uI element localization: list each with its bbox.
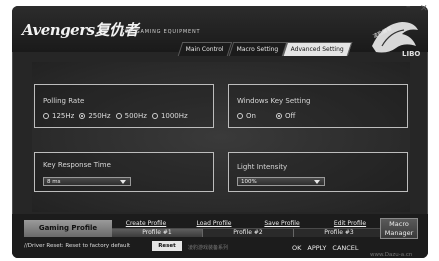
polling-rate-panel: Polling Rate 125Hz 250Hz 500Hz 1000Hz <box>34 84 214 128</box>
tab-advanced-setting[interactable]: Advanced Setting <box>283 42 353 56</box>
series-caption: 凌豹游戏装备系列 <box>188 245 229 251</box>
ok-button[interactable]: OK <box>292 244 301 252</box>
gaming-profile-label: Gaming Profile <box>24 220 112 237</box>
windows-key-options: On Off <box>237 112 295 120</box>
reset-note: //Driver Reset: Reset to factory default <box>24 243 131 249</box>
key-response-select[interactable]: 8 ms <box>43 177 131 186</box>
radio-icon <box>151 113 158 119</box>
radio-icon <box>237 113 243 119</box>
light-intensity-select[interactable]: 100% <box>237 177 325 186</box>
winkey-option-off[interactable]: Off <box>275 112 295 120</box>
profile-tab-1[interactable]: Profile #1 <box>112 229 202 237</box>
minimize-icon[interactable]: – <box>406 2 411 12</box>
tab-main-control[interactable]: Main Control <box>177 42 233 56</box>
apply-button[interactable]: APPLY <box>307 244 326 252</box>
emblem-text: LIBOTS <box>402 50 420 58</box>
polling-rate-title: Polling Rate <box>43 97 85 105</box>
profile-tab-2[interactable]: Profile #2 <box>202 229 293 237</box>
edit-profile-link[interactable]: Edit Profile <box>316 220 384 228</box>
emblem-icon: LIBOTS 凌豹摄者 <box>372 22 420 58</box>
polling-rate-options: 125Hz 250Hz 500Hz 1000Hz <box>43 112 188 120</box>
tab-macro-setting[interactable]: Macro Setting <box>228 42 287 56</box>
chevron-down-icon <box>120 180 126 184</box>
polling-option-125[interactable]: 125Hz <box>43 112 74 120</box>
chevron-down-icon <box>314 180 320 184</box>
cancel-button[interactable]: CANCEL <box>332 244 358 252</box>
load-profile-link[interactable]: Load Profile <box>180 220 248 228</box>
key-response-title: Key Response Time <box>43 161 111 169</box>
settings-area: Polling Rate 125Hz 250Hz 500Hz 1000Hz Wi… <box>32 62 410 212</box>
profile-bar-area: Gaming Profile Create Profile Load Profi… <box>12 214 428 258</box>
close-icon[interactable]: ✕ <box>420 4 428 14</box>
title-bar: Avengers复仇者 TOP GAMING EQUIPMENT Main Co… <box>12 6 428 58</box>
windows-key-panel: Windows Key Setting On Off <box>228 84 408 128</box>
profile-actions: Create Profile Load Profile Save Profile… <box>112 220 384 228</box>
save-profile-link[interactable]: Save Profile <box>248 220 316 228</box>
polling-option-500[interactable]: 500Hz <box>115 112 147 120</box>
tagline: TOP GAMING EQUIPMENT <box>121 29 201 35</box>
dialog-buttons: OK APPLY CANCEL <box>292 244 359 252</box>
profile-tab-3[interactable]: Profile #3 <box>293 229 384 237</box>
polling-option-250[interactable]: 250Hz <box>79 112 111 120</box>
profile-tabs: Profile #1 Profile #2 Profile #3 <box>112 228 384 237</box>
radio-icon <box>79 113 86 119</box>
polling-option-1000[interactable]: 1000Hz <box>151 112 188 120</box>
create-profile-link[interactable]: Create Profile <box>112 220 180 228</box>
reset-button[interactable]: Reset <box>152 241 182 251</box>
radio-icon <box>115 113 122 119</box>
app-window: Avengers复仇者 TOP GAMING EQUIPMENT Main Co… <box>12 6 428 258</box>
windows-key-title: Windows Key Setting <box>237 97 311 105</box>
watermark: www.Dazu-a.cn <box>370 252 413 258</box>
winkey-option-on[interactable]: On <box>237 112 256 120</box>
radio-icon <box>275 113 282 119</box>
profile-bar: Create Profile Load Profile Save Profile… <box>112 220 384 237</box>
tab-strip: Main Control Macro Setting Advanced Sett… <box>177 42 353 56</box>
light-intensity-panel: Light Intensity 100% <box>228 152 408 192</box>
macro-manager-button[interactable]: Macro Manager <box>380 218 418 239</box>
light-intensity-title: Light Intensity <box>237 163 288 171</box>
radio-icon <box>43 113 49 119</box>
key-response-panel: Key Response Time 8 ms <box>34 152 214 192</box>
